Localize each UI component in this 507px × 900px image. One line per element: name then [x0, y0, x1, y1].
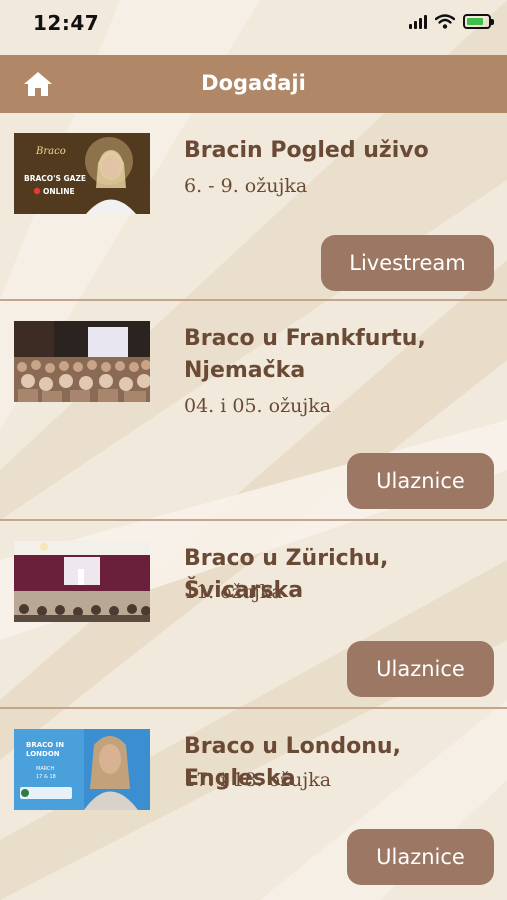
braco-london-thumbnail: BRACO IN LONDON MARCH 17 & 18	[14, 729, 150, 810]
battery-icon	[463, 14, 494, 29]
event-date: 11. ožujka	[184, 581, 283, 603]
svg-text:LONDON: LONDON	[26, 750, 60, 758]
page-title: Događaji	[201, 71, 306, 95]
svg-text:MARCH: MARCH	[36, 766, 54, 772]
nav-bar: Događaji	[0, 55, 507, 113]
event-title: Bracin Pogled uživo	[184, 138, 429, 163]
event-card-zurich[interactable]: Braco u Zürichu, Švicarska 11. ožujka Ul…	[0, 521, 507, 709]
tickets-button[interactable]: Ulaznice	[347, 641, 494, 697]
event-date: 17. i 18. ožujka	[184, 769, 332, 791]
livestream-button[interactable]: Livestream	[321, 235, 494, 291]
event-title: Braco u Frankfurtu, Njemačka	[184, 326, 426, 383]
event-date: 04. i 05. ožujka	[184, 395, 332, 417]
audience-hall-thumbnail	[14, 321, 150, 402]
svg-text:BRACO IN: BRACO IN	[26, 741, 64, 749]
wifi-icon	[435, 14, 455, 29]
braco-gaze-thumbnail: Braco BRACO'S GAZE ONLINE	[14, 133, 150, 214]
stage-hall-thumbnail	[14, 541, 150, 622]
event-thumbnail[interactable]: Braco BRACO'S GAZE ONLINE	[14, 133, 150, 214]
tickets-button[interactable]: Ulaznice	[347, 453, 494, 509]
svg-text:17 & 18: 17 & 18	[36, 774, 56, 780]
event-card-livestream[interactable]: Braco BRACO'S GAZE ONLINE Bracin Pogled …	[0, 113, 507, 301]
event-card-frankfurt[interactable]: Braco u Frankfurtu, Njemačka 04. i 05. o…	[0, 301, 507, 521]
status-icons	[409, 14, 494, 29]
tickets-button[interactable]: Ulaznice	[347, 829, 494, 885]
event-list: Braco BRACO'S GAZE ONLINE Bracin Pogled …	[0, 113, 507, 897]
svg-text:ONLINE: ONLINE	[43, 187, 75, 196]
event-thumbnail[interactable]	[14, 541, 150, 622]
event-card-london[interactable]: BRACO IN LONDON MARCH 17 & 18 Braco u Lo…	[0, 709, 507, 897]
event-thumbnail[interactable]	[14, 321, 150, 402]
status-time: 12:47	[33, 11, 100, 35]
cellular-signal-icon	[409, 14, 427, 29]
event-thumbnail[interactable]: BRACO IN LONDON MARCH 17 & 18	[14, 729, 150, 810]
svg-text:BRACO'S GAZE: BRACO'S GAZE	[24, 174, 86, 183]
svg-text:Braco: Braco	[35, 146, 66, 157]
event-date: 6. - 9. ožujka	[184, 175, 308, 197]
status-bar: 12:47	[0, 0, 507, 48]
